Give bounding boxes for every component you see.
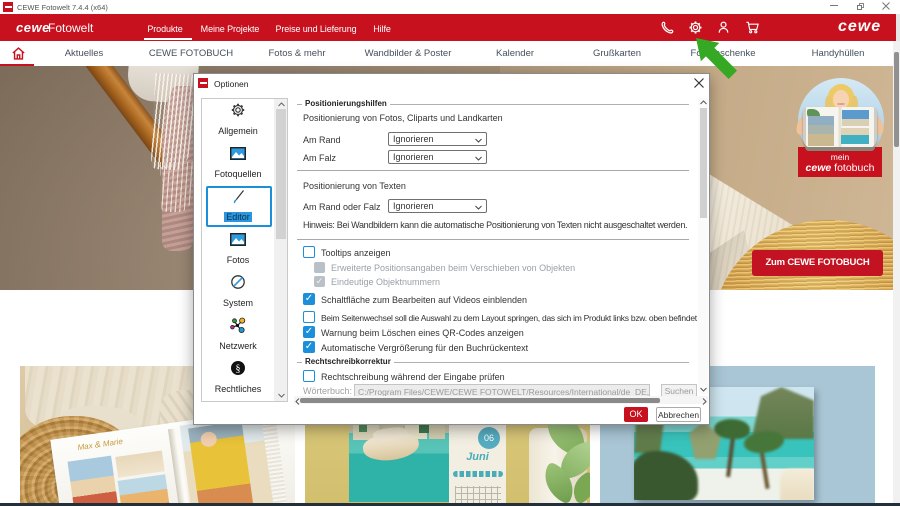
svg-text:§: § (236, 364, 241, 375)
